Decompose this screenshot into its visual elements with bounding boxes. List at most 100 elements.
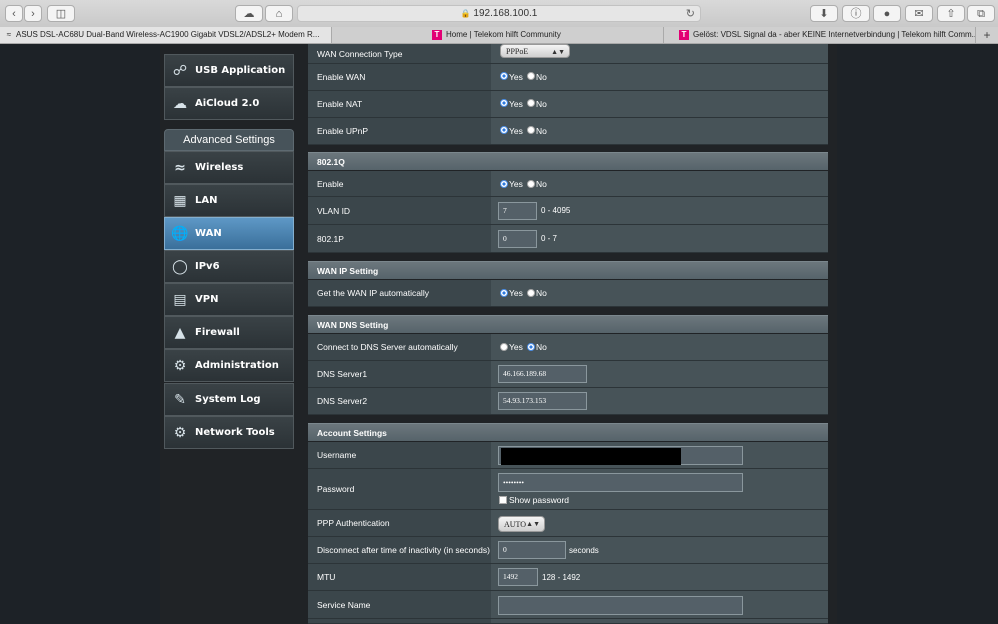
- sidebar-item-label: IPv6: [195, 261, 220, 272]
- sidebar-item-system-log[interactable]: ✎ System Log: [164, 383, 294, 416]
- service-name-input[interactable]: [498, 596, 743, 615]
- tab-telekom-home[interactable]: T Home | Telekom hilft Community: [332, 27, 664, 43]
- field-label: Connect to DNS Server automatically: [317, 342, 458, 352]
- address-bar[interactable]: 🔒 192.168.100.1 ↻: [297, 5, 701, 22]
- radio-label: Yes: [509, 342, 523, 352]
- sidebar-toggle-button[interactable]: ◫: [47, 5, 75, 22]
- radio-label: Yes: [509, 179, 523, 189]
- row-enable-wan: Enable WAN Yes No: [308, 64, 828, 91]
- enable-upnp-no-radio[interactable]: [527, 126, 535, 134]
- enable-wan-yes-radio[interactable]: [500, 72, 508, 80]
- sidebar-item-vpn[interactable]: ▤ VPN: [164, 283, 294, 316]
- info-icon: ⓘ: [850, 8, 862, 20]
- reload-icon[interactable]: ↻: [686, 6, 695, 22]
- radio-label: Yes: [509, 126, 523, 136]
- row-ppp-authentication: PPP Authentication AUTO ▲▼: [308, 510, 828, 537]
- password-input[interactable]: ••••••••: [498, 473, 743, 492]
- new-tab-button[interactable]: +: [976, 27, 998, 43]
- dns-server2-input[interactable]: 54.93.173.153: [498, 392, 587, 410]
- tab-bar: ≈ ASUS DSL-AC68U Dual-Band Wireless-AC19…: [0, 27, 998, 44]
- mtu-range: 128 - 1492: [542, 573, 581, 582]
- sidebar-item-wireless[interactable]: ≈ Wireless: [164, 151, 294, 184]
- info-button[interactable]: ⓘ: [842, 5, 870, 22]
- field-label: Enable WAN: [317, 72, 366, 82]
- sidebar-item-network-tools[interactable]: ⚙ Network Tools: [164, 416, 294, 449]
- row-enable-nat: Enable NAT Yes No: [308, 91, 828, 118]
- sidebar-item-administration[interactable]: ⚙ Administration: [164, 349, 294, 382]
- wan-ip-auto-no-radio[interactable]: [527, 289, 535, 297]
- vlan-id-input[interactable]: 7: [498, 202, 537, 220]
- row-dns-server1: DNS Server1 46.166.189.68: [308, 361, 828, 388]
- dns-server1-input[interactable]: 46.166.189.68: [498, 365, 587, 383]
- telekom-favicon-icon: T: [432, 30, 442, 40]
- sidebar-item-usb-application[interactable]: ☍ USB Application: [164, 54, 294, 87]
- sidebar-item-aicloud[interactable]: ☁ AiCloud 2.0: [164, 87, 294, 120]
- field-label: PPP Authentication: [317, 518, 390, 528]
- 8021q-enable-no-radio[interactable]: [527, 180, 535, 188]
- radio-label: No: [536, 126, 547, 136]
- wireless-icon: ≈: [174, 160, 186, 176]
- idle-time-input[interactable]: 0: [498, 541, 566, 559]
- select-value: AUTO: [504, 520, 527, 529]
- row-enable-upnp: Enable UPnP Yes No: [308, 118, 828, 145]
- dns-auto-yes-radio[interactable]: [500, 343, 508, 351]
- sidebar-item-label: Wireless: [195, 162, 244, 173]
- row-service-name: Service Name: [308, 591, 828, 619]
- radio-label: Yes: [509, 288, 523, 298]
- share-button[interactable]: ⇧: [937, 5, 965, 22]
- sidebar-item-label: Firewall: [195, 327, 240, 338]
- icloud-tabs-button[interactable]: ☁: [235, 5, 263, 22]
- enable-nat-yes-radio[interactable]: [500, 99, 508, 107]
- sidebar-item-wan[interactable]: 🌐 WAN: [164, 217, 294, 250]
- row-dns-server2: DNS Server2 54.93.173.153: [308, 388, 828, 415]
- sidebar-item-label: VPN: [195, 294, 219, 305]
- sidebar-item-label: System Log: [195, 394, 261, 405]
- home-button[interactable]: ⌂: [265, 5, 293, 22]
- enable-nat-no-radio[interactable]: [527, 99, 535, 107]
- field-label: VLAN ID: [317, 205, 351, 216]
- sidebar-item-label: Network Tools: [195, 427, 275, 438]
- updown-arrow-icon: ▲▼: [526, 520, 540, 528]
- ppp-authentication-select[interactable]: AUTO ▲▼: [498, 516, 545, 532]
- enable-upnp-yes-radio[interactable]: [500, 126, 508, 134]
- enable-wan-no-radio[interactable]: [527, 72, 535, 80]
- wan-ip-auto-yes-radio[interactable]: [500, 289, 508, 297]
- section-header-account: Account Settings: [308, 423, 828, 441]
- show-password-checkbox[interactable]: [499, 496, 507, 504]
- row-8021q-enable: Enable Yes No: [308, 171, 828, 197]
- firewall-icon: ▲: [174, 325, 186, 341]
- tab-title: Home | Telekom hilft Community: [446, 30, 561, 39]
- sidebar-item-lan[interactable]: ▦ LAN: [164, 184, 294, 217]
- tab-asus[interactable]: ≈ ASUS DSL-AC68U Dual-Band Wireless-AC19…: [0, 27, 332, 43]
- back-button[interactable]: ‹: [5, 5, 23, 22]
- network-tools-icon: ⚙: [173, 425, 187, 441]
- mtu-input[interactable]: 1492: [498, 568, 538, 586]
- mail-button[interactable]: ✉: [905, 5, 933, 22]
- radio-label: Yes: [509, 72, 523, 82]
- wan-connection-type-select[interactable]: PPPoE ▲▼: [500, 44, 570, 58]
- dns-auto-no-radio[interactable]: [527, 343, 535, 351]
- 8021p-range: 0 - 7: [541, 234, 558, 243]
- cloud-icon: ☁: [243, 8, 255, 20]
- wifi-favicon-icon: ≈: [6, 30, 12, 39]
- 8021q-enable-yes-radio[interactable]: [500, 180, 508, 188]
- sidebar-item-label: WAN: [195, 228, 222, 239]
- extension-button[interactable]: ●: [873, 5, 901, 22]
- system-log-icon: ✎: [174, 392, 186, 408]
- sidebar-item-firewall[interactable]: ▲ Firewall: [164, 316, 294, 349]
- chevron-left-icon: ‹: [12, 8, 16, 20]
- sidebar-item-ipv6[interactable]: ◯ IPv6: [164, 250, 294, 283]
- downloads-button[interactable]: ⬇: [810, 5, 838, 22]
- tab-telekom-solved[interactable]: T Gelöst: VDSL Signal da - aber KEINE In…: [664, 27, 976, 43]
- sidebar-item-label: LAN: [195, 195, 218, 206]
- radio-label: Yes: [509, 99, 523, 109]
- row-dns-auto: Connect to DNS Server automatically Yes …: [308, 334, 828, 361]
- 8021p-input[interactable]: 0: [498, 230, 537, 248]
- section-header-wan-dns: WAN DNS Setting: [308, 315, 828, 333]
- tab-overview-button[interactable]: ⧉: [967, 5, 995, 22]
- forward-button[interactable]: ›: [24, 5, 42, 22]
- row-partial: [308, 619, 828, 624]
- row-idle-disconnect: Disconnect after time of inactivity (in …: [308, 537, 828, 564]
- radio-label: No: [536, 72, 547, 82]
- updown-arrow-icon: ▲▼: [551, 48, 565, 56]
